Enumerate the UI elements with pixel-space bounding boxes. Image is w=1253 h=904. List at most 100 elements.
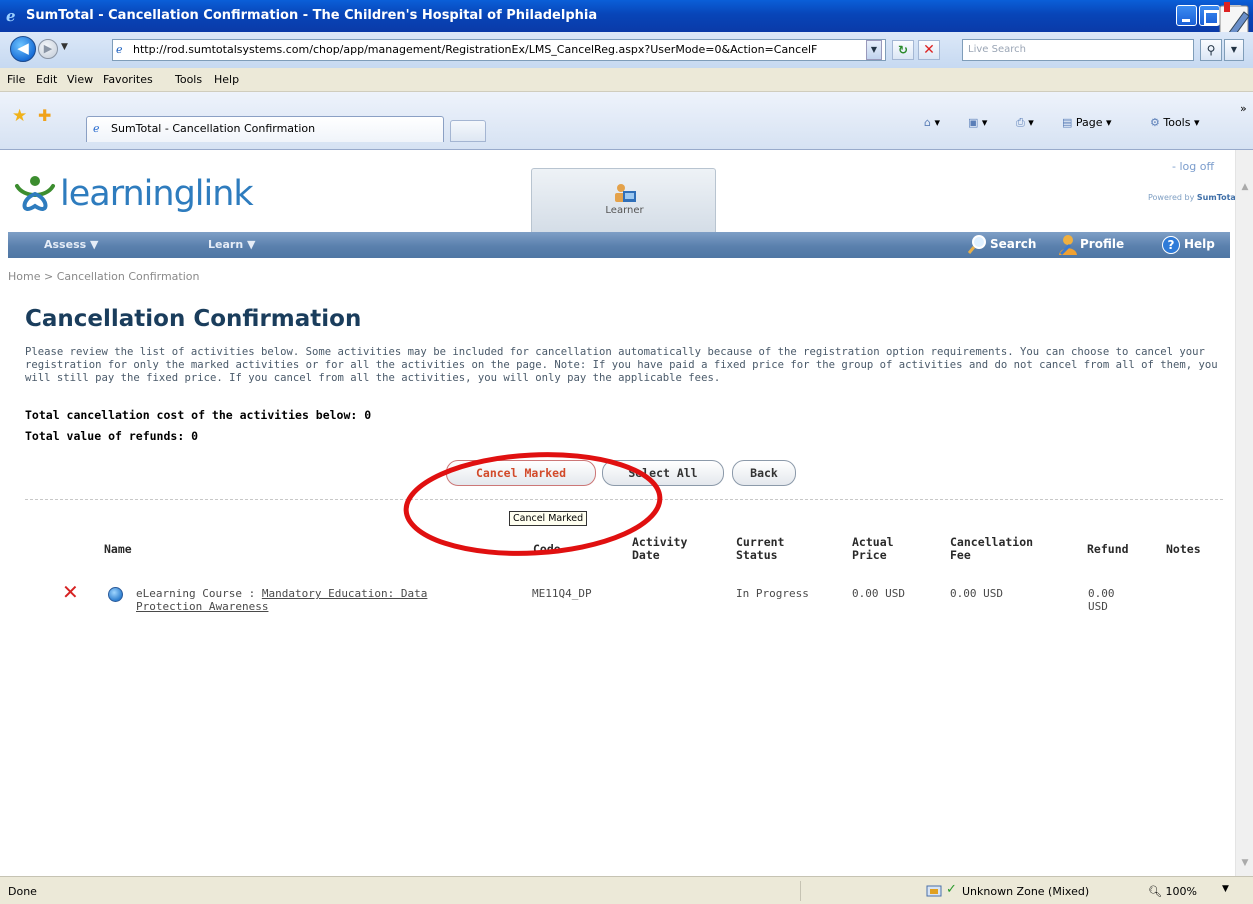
new-tab-button[interactable] xyxy=(450,120,486,142)
learner-tab-label: Learner xyxy=(605,205,644,216)
print-icon[interactable]: ⎙ ▾ xyxy=(1016,116,1034,130)
remove-x-icon[interactable]: ✕ xyxy=(62,582,79,602)
menu-tools[interactable]: Tools xyxy=(175,73,202,86)
menu-favorites[interactable]: Favorites xyxy=(103,73,153,86)
search-dropdown-icon[interactable]: ▼ xyxy=(1224,39,1244,61)
help-icon: ? xyxy=(1162,236,1180,254)
minimize-button[interactable] xyxy=(1176,5,1197,26)
search-magnifier-icon xyxy=(968,235,986,254)
feeds-icon[interactable]: ▣ ▾ xyxy=(968,116,987,129)
zoom-dropdown-icon[interactable]: ▼ xyxy=(1222,884,1229,894)
browser-window: ℯ SumTotal - Cancellation Confirmation -… xyxy=(0,0,1253,904)
elearning-course-icon xyxy=(108,587,123,602)
col-header-current-status-l1: Current xyxy=(736,535,785,549)
powered-prefix: Powered by xyxy=(1148,193,1195,202)
check-icon: ✓ xyxy=(946,882,957,897)
page-content: learninglink Learner - log off Powered b… xyxy=(0,150,1253,876)
col-header-refund: Refund xyxy=(1087,542,1129,556)
tab-label: SumTotal - Cancellation Confirmation xyxy=(111,122,316,135)
menu-file[interactable]: File xyxy=(7,73,25,86)
tab-cancellation-confirmation[interactable]: ℯ SumTotal - Cancellation Confirmation xyxy=(86,116,444,142)
nav-assess[interactable]: Assess ▼ xyxy=(44,238,98,251)
log-off-link[interactable]: - log off xyxy=(1172,160,1214,173)
user-name-area xyxy=(1068,153,1168,171)
col-header-current-status-l2: Status xyxy=(736,548,778,562)
status-separators xyxy=(800,881,910,901)
learner-icon xyxy=(615,184,636,202)
activity-type: eLearning Course : xyxy=(136,587,262,600)
add-favorite-icon[interactable]: ✚ xyxy=(38,106,51,125)
search-icon[interactable]: ⚲ xyxy=(1200,39,1222,61)
nav-help[interactable]: Help xyxy=(1184,237,1215,251)
refund-cell: 0.00 USD xyxy=(1088,587,1115,613)
zoom-level[interactable]: 🔍︎ 100% xyxy=(1148,885,1197,898)
course-link-line1[interactable]: Mandatory Education: Data xyxy=(262,587,428,600)
menu-bar: File Edit View Favorites Tools Help xyxy=(0,68,1253,92)
col-header-actual-price: Actual Price xyxy=(852,536,894,562)
favorites-star-icon[interactable]: ★ xyxy=(12,106,27,126)
status-text: Done xyxy=(8,885,37,898)
tools-menu-label: Tools xyxy=(1163,116,1191,129)
tab-page-icon: ℯ xyxy=(93,122,100,135)
col-header-cancellation-fee-l1: Cancellation xyxy=(950,535,1034,549)
zone-icon xyxy=(926,885,942,897)
profile-icon xyxy=(1059,235,1077,256)
menu-view[interactable]: View xyxy=(67,73,93,86)
more-chevron-icon[interactable]: » xyxy=(1240,102,1247,115)
zoom-value: 100% xyxy=(1165,885,1197,898)
url-text: http://rod.sumtotalsystems.com/chop/app/… xyxy=(133,43,818,56)
col-header-cancellation-fee: Cancellation Fee xyxy=(950,536,1033,562)
learner-tab[interactable]: Learner xyxy=(531,168,716,232)
home-icon[interactable]: ⌂ ▾ xyxy=(924,116,940,129)
total-refunds: Total value of refunds: 0 xyxy=(25,429,199,443)
tools-menu[interactable]: ⚙ Tools ▾ xyxy=(1150,116,1200,129)
page-icon: ℯ xyxy=(116,43,123,56)
nav-profile[interactable]: Profile xyxy=(1080,237,1124,251)
security-zone[interactable]: Unknown Zone (Mixed) xyxy=(962,885,1089,898)
col-header-current-status: Current Status xyxy=(736,536,784,562)
history-dropdown-icon[interactable]: ▼ xyxy=(61,42,68,52)
forward-arrow-icon[interactable]: ▶ xyxy=(38,39,58,59)
page-menu-label: Page xyxy=(1075,116,1103,129)
tab-bar: ★ ✚ ℯ SumTotal - Cancellation Confirmati… xyxy=(0,92,1253,150)
nav-learn[interactable]: Learn ▼ xyxy=(208,238,255,251)
menu-edit[interactable]: Edit xyxy=(36,73,57,86)
course-link-line2[interactable]: Protection Awareness xyxy=(136,600,268,613)
scroll-down-icon[interactable]: ▼ xyxy=(1238,856,1252,870)
stop-icon[interactable]: ✕ xyxy=(918,40,940,60)
back-button[interactable]: Back xyxy=(732,460,796,486)
powered-brand: SumTotal xyxy=(1196,193,1239,202)
status-cell: In Progress xyxy=(736,587,809,600)
vertical-scrollbar[interactable]: ▲ ▼ xyxy=(1235,150,1253,876)
window-title: SumTotal - Cancellation Confirmation - T… xyxy=(26,8,598,23)
nav-search[interactable]: Search xyxy=(990,237,1036,251)
col-header-notes: Notes xyxy=(1166,542,1201,556)
col-header-cancellation-fee-l2: Fee xyxy=(950,548,971,562)
address-bar: ◀ ▶ ▼ ℯ http://rod.sumtotalsystems.com/c… xyxy=(0,32,1253,68)
page-menu[interactable]: ▤ Page ▾ xyxy=(1062,116,1112,129)
learninglink-logo-icon xyxy=(15,176,55,211)
refund-currency: USD xyxy=(1088,600,1108,613)
back-arrow-icon[interactable]: ◀ xyxy=(10,36,36,62)
code-cell: ME11Q4_DP xyxy=(532,587,592,600)
url-input[interactable]: ℯ http://rod.sumtotalsystems.com/chop/ap… xyxy=(112,39,886,61)
intro-text: Please review the list of activities bel… xyxy=(25,346,1218,384)
breadcrumb[interactable]: Home > Cancellation Confirmation xyxy=(8,270,200,283)
col-header-actual-price-l2: Price xyxy=(852,548,887,562)
logo-text: learninglink xyxy=(60,174,254,214)
window-title-bar: ℯ SumTotal - Cancellation Confirmation -… xyxy=(0,0,1253,32)
ie-icon: ℯ xyxy=(6,7,16,25)
refresh-icon[interactable]: ↻ xyxy=(892,40,914,60)
cancellation-fee-cell: 0.00 USD xyxy=(950,587,1003,600)
url-dropdown-icon[interactable]: ▼ xyxy=(866,40,882,60)
actual-price-cell: 0.00 USD xyxy=(852,587,905,600)
total-cancellation-cost: Total cancellation cost of the activitie… xyxy=(25,408,372,422)
live-search-input[interactable]: Live Search xyxy=(962,39,1194,61)
activity-name-cell: eLearning Course : Mandatory Education: … xyxy=(136,587,427,613)
site-nav-bar: Assess ▼ Learn ▼ Search Profile ? Help xyxy=(8,232,1230,258)
refund-amount: 0.00 xyxy=(1088,587,1115,600)
scroll-up-icon[interactable]: ▲ xyxy=(1238,180,1252,194)
menu-help[interactable]: Help xyxy=(214,73,239,86)
annotation-ellipse xyxy=(403,452,663,556)
col-header-actual-price-l1: Actual xyxy=(852,535,894,549)
